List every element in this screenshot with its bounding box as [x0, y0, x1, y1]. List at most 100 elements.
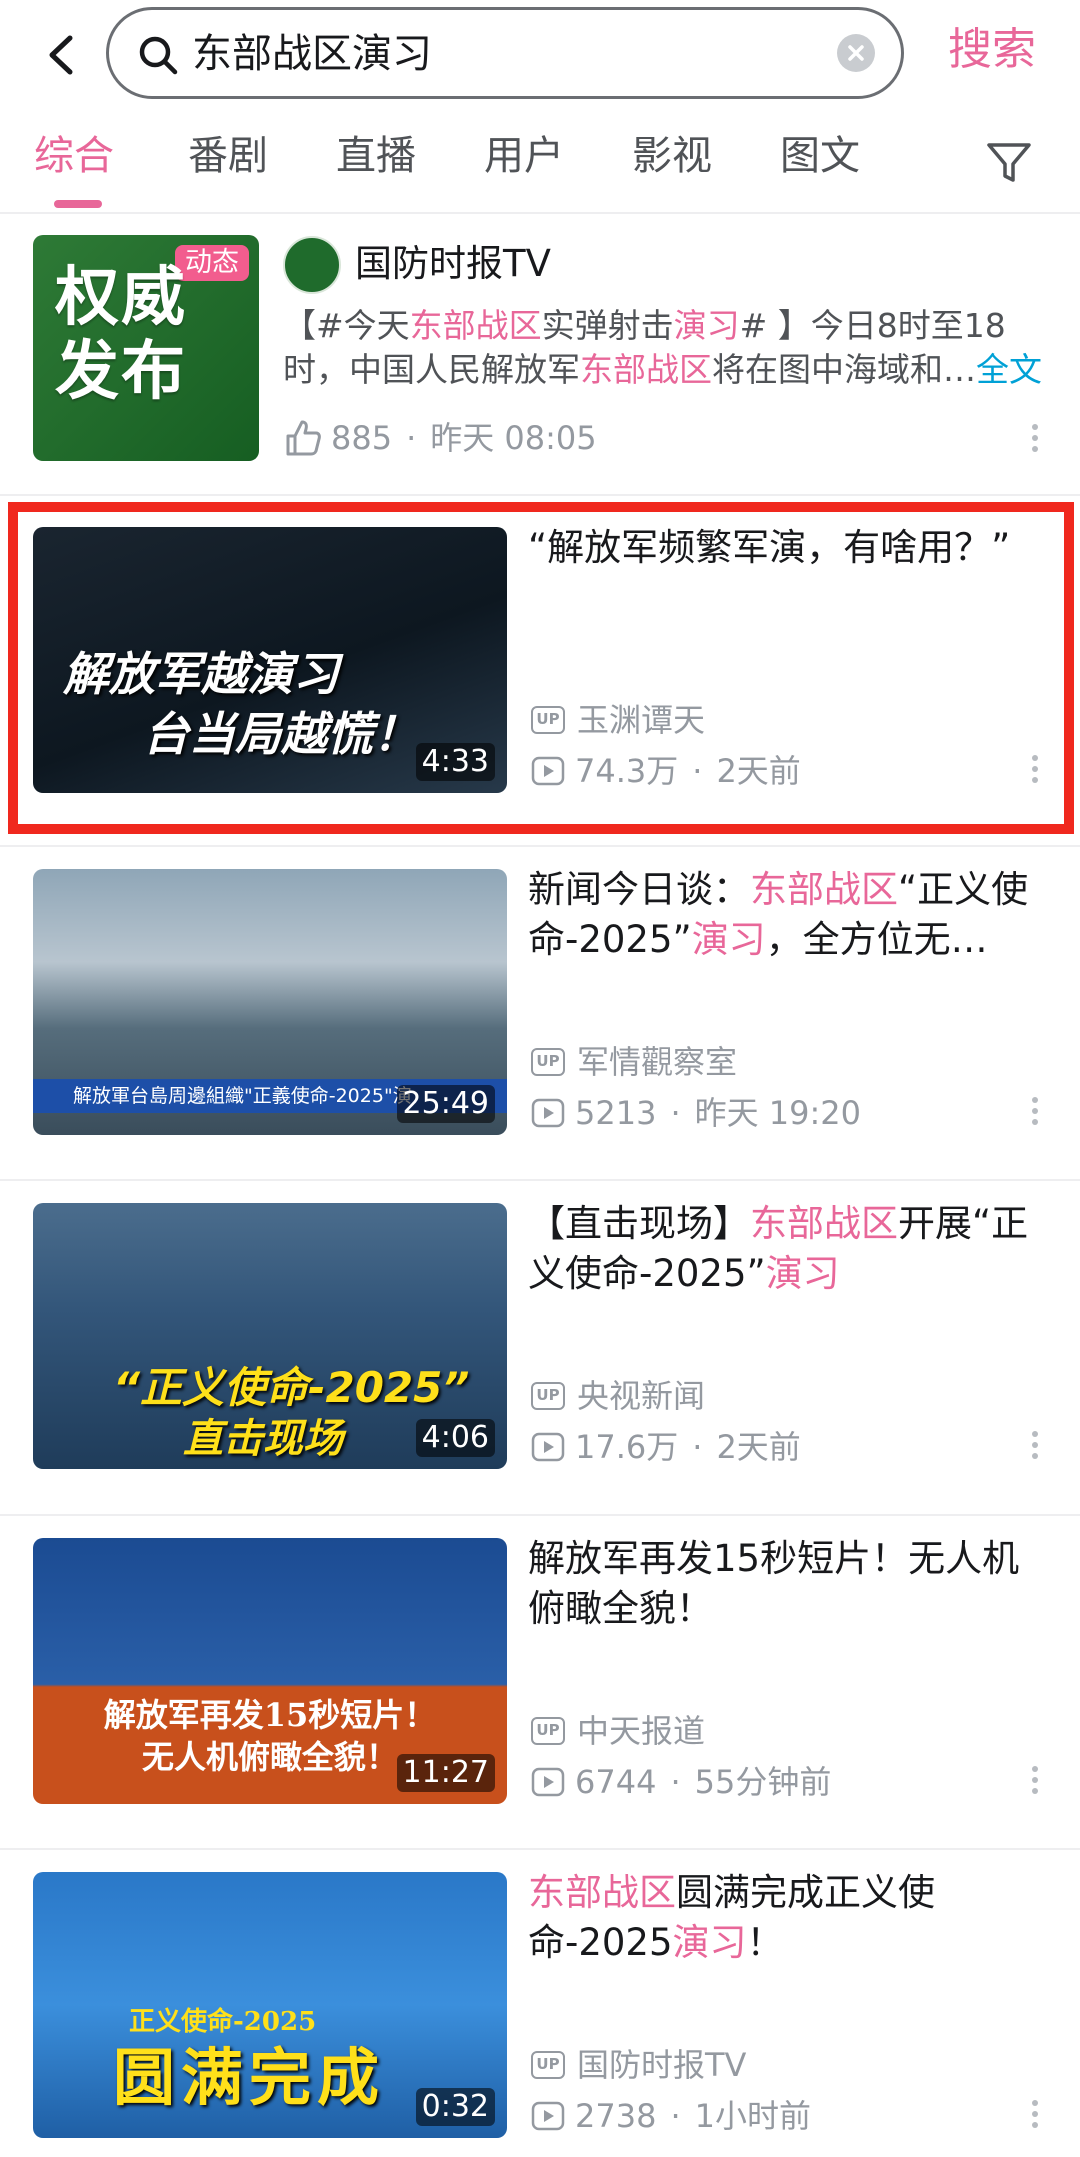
video-thumbnail[interactable]: “正义使命-2025” 直击现场 4:06 [33, 1203, 507, 1469]
uploader-name: 国防时报TV [577, 2046, 747, 2084]
video-stats-row: 5213 · 昨天 19:20 [531, 1093, 861, 1133]
dynamic-post-thumbnail[interactable]: 动态 权威 发布 [33, 235, 259, 461]
video-title[interactable]: 解放军再发15秒短片！无人机俯瞰全貌！ [528, 1534, 1048, 1638]
more-options-icon[interactable] [1031, 424, 1039, 458]
divider [0, 212, 1080, 214]
author-name[interactable]: 国防时报TV [355, 240, 551, 288]
search-icon [139, 36, 178, 75]
publish-time: 昨天 19:20 [694, 1094, 862, 1132]
up-icon: UP [531, 2051, 565, 2079]
highlighted-keyword: 演习 [691, 918, 766, 961]
post-text-segment: 将在图中海域和… [712, 350, 976, 389]
uploader-name: 军情觀察室 [577, 1043, 738, 1081]
search-query-text: 东部战区演习 [192, 31, 432, 77]
video-thumbnail[interactable]: 解放軍台島周邊組織"正義使命-2025"演 25:49 [33, 869, 507, 1135]
highlighted-keyword: 东部战区 [528, 1871, 676, 1914]
back-button[interactable] [38, 30, 88, 80]
divider [0, 1848, 1080, 1850]
video-duration: 11:27 [396, 1754, 495, 1792]
thumbnail-text: “正义使命-2025” [113, 1363, 470, 1412]
search-submit-button[interactable]: 搜索 [948, 22, 1036, 78]
video-thumbnail[interactable]: 正义使命-2025 圆满完成 0:32 [33, 1872, 507, 2138]
search-header: 东部战区演习 搜索 [0, 0, 1080, 112]
view-count: 17.6万 [575, 1428, 679, 1466]
thumbnail-text: 发布 [55, 335, 187, 409]
publish-time: 55分钟前 [694, 1763, 832, 1801]
divider [0, 1179, 1080, 1181]
title-text-segment: 【直击现场】 [528, 1202, 750, 1245]
publish-time: 1小时前 [694, 2097, 811, 2135]
dynamic-post-meta: 885 · 昨天 08:05 [283, 418, 597, 458]
up-icon: UP [531, 1382, 565, 1410]
highlighted-keyword: 演习 [765, 1252, 840, 1295]
more-options-icon[interactable] [1031, 2100, 1039, 2134]
search-input[interactable]: 东部战区演习 [106, 7, 904, 99]
thumbnail-text: 圆满完成 [113, 2041, 386, 2114]
post-time: 昨天 08:05 [430, 419, 597, 457]
dynamic-post-text[interactable]: 【#今天东部战区实弹射击演习# 】今日8时至18时，中国人民解放军东部战区将在图… [283, 304, 1043, 392]
close-icon [848, 45, 864, 61]
tab-live[interactable]: 直播 [336, 130, 416, 182]
more-options-icon[interactable] [1031, 1431, 1039, 1465]
video-result-item[interactable]: 解放軍台島周邊組織"正義使命-2025"演 25:49 新闻今日谈：东部战区“正义使… [0, 865, 1080, 1165]
avatar[interactable] [283, 236, 341, 294]
tab-all[interactable]: 综合 [34, 130, 114, 182]
active-tab-indicator [54, 200, 102, 208]
more-options-icon[interactable] [1031, 1766, 1039, 1800]
like-count: 885 [331, 419, 393, 457]
divider [0, 1514, 1080, 1516]
tab-users[interactable]: 用户 [484, 130, 564, 182]
uploader-name: 中天报道 [577, 1712, 706, 1750]
more-options-icon[interactable] [1031, 1097, 1039, 1131]
full-text-link[interactable]: 全文 [976, 350, 1042, 389]
thumbs-up-icon[interactable] [283, 418, 323, 458]
publish-time: 2天前 [716, 1428, 801, 1466]
play-count-icon [531, 2101, 565, 2131]
meta-separator: · [670, 2097, 681, 2135]
video-duration: 25:49 [396, 1085, 495, 1123]
video-result-item[interactable]: “正义使命-2025” 直击现场 4:06 【直击现场】东部战区开展“正义使命-202… [0, 1199, 1080, 1499]
video-title[interactable]: 【直击现场】东部战区开展“正义使命-2025”演习 [528, 1199, 1048, 1303]
highlighted-keyword: 东部战区 [409, 306, 542, 345]
play-count-icon [531, 1432, 565, 1462]
filter-button[interactable] [984, 138, 1034, 188]
video-result-item[interactable]: 正义使命-2025 圆满完成 0:32 东部战区圆满完成正义使命-2025演习！ UP 国… [0, 1868, 1080, 2157]
meta-separator: · [670, 1094, 681, 1132]
tab-articles[interactable]: 图文 [780, 130, 860, 182]
meta-separator: · [670, 1763, 681, 1801]
video-stats-row: 2738 · 1小时前 [531, 2096, 811, 2136]
up-icon: UP [531, 1717, 565, 1745]
video-title[interactable]: 新闻今日谈：东部战区“正义使命-2025”演习，全方位无… [528, 865, 1048, 969]
video-duration: 0:32 [415, 2088, 495, 2126]
video-stats-row: 6744 · 55分钟前 [531, 1762, 831, 1802]
post-text-segment: 【#今天 [283, 306, 410, 345]
highlighted-keyword: 东部战区 [750, 1202, 898, 1245]
tab-film-tv[interactable]: 影视 [632, 130, 712, 182]
meta-separator: · [406, 419, 417, 457]
divider [0, 494, 1080, 496]
thumbnail-text: 解放军再发15秒短片！ [103, 1696, 437, 1734]
title-text-segment: 新闻今日谈： [528, 868, 750, 911]
video-title[interactable]: 东部战区圆满完成正义使命-2025演习！ [528, 1868, 1048, 1972]
title-text-segment: 解放军再发15秒短片！无人机俯瞰全貌！ [528, 1537, 1020, 1630]
video-duration: 4:06 [415, 1419, 495, 1457]
thumbnail-text: 权威 [55, 261, 187, 335]
highlighted-keyword: 演习 [672, 1921, 747, 1964]
video-result-item[interactable]: 解放军再发15秒短片！ 无人机俯瞰全貌！ 11:27 解放军再发15秒短片！无人机俯瞰… [0, 1534, 1080, 1834]
video-thumbnail[interactable]: 解放军再发15秒短片！ 无人机俯瞰全貌！ 11:27 [33, 1538, 507, 1804]
view-count: 2738 [575, 2097, 657, 2135]
uploader-row[interactable]: UP 央视新闻 [531, 1376, 705, 1416]
result-tabs: 综合 番剧 直播 用户 影视 图文 [0, 120, 1080, 212]
play-count-icon [531, 1767, 565, 1797]
post-text-segment: 实弹射击 [541, 306, 674, 345]
uploader-row[interactable]: UP 国防时报TV [531, 2045, 746, 2085]
divider [0, 845, 1080, 847]
view-count: 5213 [575, 1094, 657, 1132]
uploader-row[interactable]: UP 中天报道 [531, 1711, 705, 1751]
uploader-row[interactable]: UP 军情觀察室 [531, 1042, 737, 1082]
tab-bangumi[interactable]: 番剧 [188, 130, 268, 182]
up-icon: UP [531, 1048, 565, 1076]
uploader-name: 央视新闻 [577, 1377, 706, 1415]
clear-search-button[interactable] [837, 34, 875, 72]
highlighted-keyword: 东部战区 [750, 868, 898, 911]
